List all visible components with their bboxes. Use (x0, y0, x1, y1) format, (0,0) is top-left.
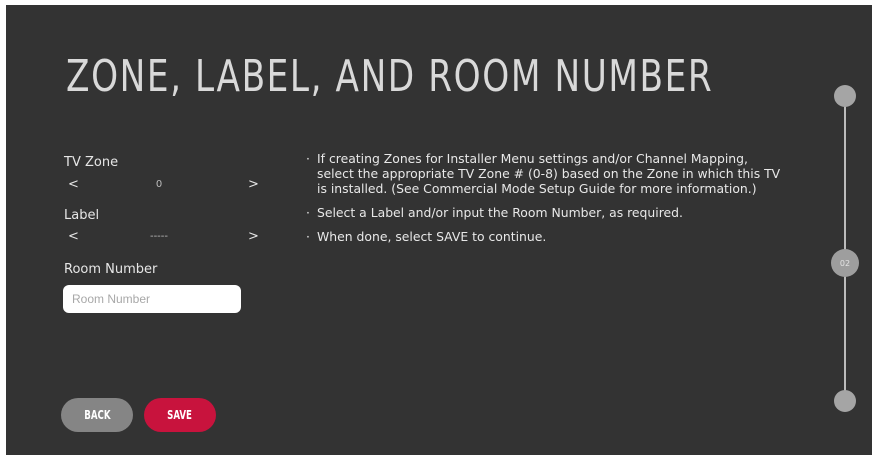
bullet-icon: · (306, 229, 310, 244)
page-title: ZONE, LABEL, AND ROOM NUMBER (66, 51, 714, 102)
instruction-item: · If creating Zones for Installer Menu s… (306, 151, 786, 196)
room-number-label: Room Number (64, 262, 158, 277)
setup-screen: ZONE, LABEL, AND ROOM NUMBER TV Zone < 0… (6, 5, 872, 455)
label-prev-arrow-icon[interactable]: < (68, 229, 79, 244)
tv-zone-prev-arrow-icon[interactable]: < (68, 177, 79, 192)
save-button-label: SAVE (167, 408, 193, 422)
instruction-text: Select a Label and/or input the Room Num… (317, 205, 683, 220)
instruction-item: · Select a Label and/or input the Room N… (306, 205, 786, 220)
tv-zone-next-arrow-icon[interactable]: > (248, 177, 259, 192)
progress-track (844, 95, 846, 401)
instructions: · If creating Zones for Installer Menu s… (306, 151, 786, 253)
label-field-label: Label (64, 208, 100, 223)
bullet-icon: · (306, 151, 310, 166)
instruction-text: If creating Zones for Installer Menu set… (317, 151, 781, 196)
label-next-arrow-icon[interactable]: > (248, 229, 259, 244)
bullet-icon: · (306, 205, 310, 220)
tv-zone-label: TV Zone (64, 155, 119, 170)
progress-step-start-icon (834, 85, 856, 107)
room-number-input[interactable] (63, 285, 241, 313)
back-button[interactable]: BACK (61, 398, 133, 432)
instruction-item: · When done, select SAVE to continue. (306, 229, 786, 244)
progress-step-end-icon (834, 390, 856, 412)
save-button[interactable]: SAVE (144, 398, 216, 432)
label-value[interactable]: ----- (129, 231, 189, 242)
back-button-label: BACK (83, 408, 111, 422)
instruction-text: When done, select SAVE to continue. (317, 229, 547, 244)
progress-current-step: 02 (831, 249, 859, 277)
tv-zone-value[interactable]: 0 (129, 179, 189, 190)
